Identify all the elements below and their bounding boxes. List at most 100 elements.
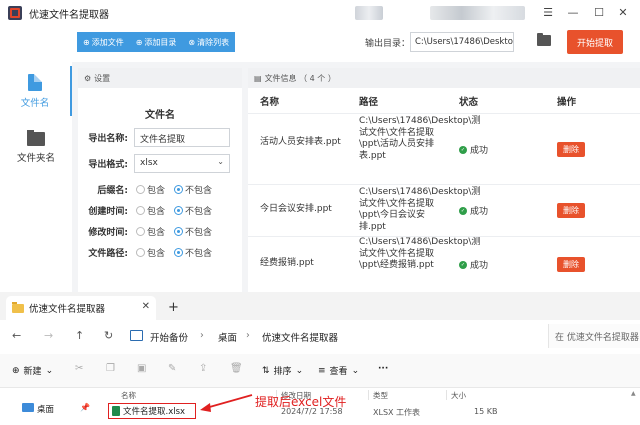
option-label: 创建时间: — [88, 207, 128, 217]
view-button[interactable]: ≡ 查看 ⌄ — [318, 364, 359, 378]
paste-icon[interactable]: ▣ — [137, 363, 149, 375]
file-info-header: ▤ 文件信息 （ 4 个 ） — [248, 68, 640, 88]
delete-icon[interactable]: 🗑 — [230, 363, 243, 375]
settings-title: 文件名 — [145, 110, 175, 121]
column-divider — [368, 390, 369, 400]
clear-list-button[interactable]: ⊗ 清除列表 — [182, 32, 235, 52]
chevron-down-icon: ⌄ — [45, 365, 54, 376]
settings-header-label: 设置 — [94, 73, 111, 83]
export-format-value: xlsx — [140, 158, 158, 168]
check-icon: ✓ — [459, 145, 467, 154]
rename-icon[interactable]: ✎ — [168, 363, 180, 375]
status-badge: ✓ 成功 — [459, 143, 488, 156]
column-header-type[interactable]: 类型 — [373, 390, 388, 401]
radio-label: 不包含 — [185, 228, 213, 238]
up-icon[interactable]: ↑ — [75, 329, 84, 342]
view-label: 查看 — [329, 367, 348, 377]
option-label: 文件路径: — [88, 249, 128, 259]
option-row-path: 文件路径: 包含 不包含 — [78, 243, 242, 261]
new-button[interactable]: ⊕ 新建 ⌄ — [12, 364, 54, 378]
radio-include[interactable]: 包含 — [136, 246, 165, 259]
cut-icon[interactable]: ✂ — [75, 363, 87, 375]
radio-selected-icon — [174, 206, 183, 215]
add-file-icon: ⊕ — [83, 37, 90, 47]
radio-exclude[interactable]: 不包含 — [174, 204, 212, 217]
radio-include[interactable]: 包含 — [136, 204, 165, 217]
file-path: C:\Users\17486\Desktop\测试文件\文件名提取\ppt\今日… — [359, 187, 481, 232]
file-path: C:\Users\17486\Desktop\测试文件\文件名提取\ppt\活动… — [359, 116, 481, 161]
radio-include[interactable]: 包含 — [136, 183, 165, 196]
radio-label: 包含 — [147, 228, 166, 238]
export-name-input[interactable]: 文件名提取 — [134, 128, 230, 147]
export-name-row: 导出名称: 文件名提取 — [78, 128, 242, 147]
option-label: 修改时间: — [88, 228, 128, 238]
explorer-tab[interactable]: 优速文件名提取器 ✕ — [6, 296, 156, 320]
sort-button[interactable]: ⇅ 排序 ⌄ — [262, 364, 303, 378]
delete-button[interactable]: 删除 — [557, 257, 585, 272]
output-dir-input[interactable]: C:\Users\17486\Deskto — [410, 32, 514, 52]
app-title: 优速文件名提取器 — [29, 9, 109, 21]
title-bar: 优速文件名提取器 ☰ — ☐ ✕ — [0, 0, 640, 26]
plus-circle-icon: ⊕ — [12, 365, 20, 376]
tab-title: 优速文件名提取器 — [29, 304, 106, 315]
folder-icon[interactable] — [537, 33, 551, 46]
back-icon[interactable]: ← — [12, 329, 21, 342]
radio-exclude[interactable]: 不包含 — [174, 246, 212, 259]
xlsx-file-item[interactable]: 文件名提取.xlsx — [108, 403, 196, 419]
export-format-select[interactable]: xlsx ⌄ — [134, 154, 230, 173]
sidebar-item-label: 文件名 — [20, 98, 50, 109]
delete-button[interactable]: 删除 — [557, 142, 585, 157]
column-header-action: 操作 — [557, 97, 577, 108]
option-label: 后缀名: — [97, 186, 128, 196]
close-icon[interactable]: ✕ — [142, 301, 150, 312]
sidebar-item-filename[interactable]: 文件名 — [0, 66, 72, 116]
column-header-status: 状态 — [459, 97, 479, 108]
radio-label: 不包含 — [185, 207, 213, 217]
file-name: 文件名提取.xlsx — [123, 407, 186, 417]
radio-selected-icon — [174, 248, 183, 257]
table-row: 活动人员安排表.ppt C:\Users\17486\Desktop\测试文件\… — [248, 113, 640, 184]
nav-item-desktop[interactable]: 桌面 — [37, 403, 54, 415]
status-badge: ✓ 成功 — [459, 204, 488, 217]
annotation-text: 提取后excel文件 — [255, 395, 347, 409]
new-tab-icon[interactable]: + — [168, 300, 179, 315]
option-row-created: 创建时间: 包含 不包含 — [78, 201, 242, 219]
maximize-icon[interactable]: ☐ — [588, 2, 610, 22]
radio-icon — [136, 248, 145, 257]
delete-button[interactable]: 删除 — [557, 203, 585, 218]
close-icon[interactable]: ✕ — [612, 2, 634, 22]
scroll-up-icon[interactable]: ▲ — [631, 390, 636, 397]
share-icon[interactable]: ⇪ — [199, 363, 211, 375]
menu-icon[interactable]: ☰ — [537, 2, 559, 22]
column-header-size[interactable]: 大小 — [451, 390, 466, 401]
more-button[interactable]: ··· — [378, 364, 388, 374]
toolbar-button-group: ⊕ 添加文件 ⊕ 添加目录 ⊗ 清除列表 — [77, 32, 236, 52]
status-badge: ✓ 成功 — [459, 258, 488, 271]
radio-include[interactable]: 包含 — [136, 225, 165, 238]
blurred-avatar — [355, 6, 383, 20]
clear-icon: ⊗ — [188, 37, 196, 47]
file-type: XLSX 工作表 — [373, 408, 421, 417]
copy-icon[interactable]: ❐ — [106, 363, 118, 375]
breadcrumb-item[interactable]: 优速文件名提取器 — [262, 330, 338, 344]
column-header-path: 路径 — [359, 97, 379, 108]
check-icon: ✓ — [459, 206, 467, 215]
sidebar-item-foldername[interactable]: 文件夹名 — [0, 122, 72, 172]
search-input[interactable]: 在 优速文件名提取器 — [548, 324, 640, 348]
forward-icon[interactable]: → — [44, 329, 53, 342]
refresh-icon[interactable]: ↻ — [104, 329, 113, 342]
sort-icon: ⇅ — [262, 365, 270, 376]
column-header-name: 名称 — [260, 97, 280, 108]
breadcrumb-item[interactable]: 桌面 — [218, 330, 237, 344]
radio-label: 包含 — [147, 207, 166, 217]
command-bar: ⊕ 新建 ⌄ ✂ ❐ ▣ ✎ ⇪ 🗑 ⇅ 排序 ⌄ ≡ 查看 ⌄ ··· — [0, 354, 640, 388]
radio-exclude[interactable]: 不包含 — [174, 183, 212, 196]
radio-exclude[interactable]: 不包含 — [174, 225, 212, 238]
column-header-name[interactable]: 名称 — [121, 390, 136, 401]
add-file-button[interactable]: ⊕ 添加文件 — [77, 32, 130, 52]
minimize-icon[interactable]: — — [562, 2, 584, 22]
start-extract-button[interactable]: 开始提取 — [567, 30, 623, 54]
add-dir-button[interactable]: ⊕ 添加目录 — [130, 32, 183, 52]
export-format-row: 导出格式: xlsx ⌄ — [78, 154, 242, 173]
breadcrumb-item[interactable]: 开始备份 — [150, 330, 188, 344]
